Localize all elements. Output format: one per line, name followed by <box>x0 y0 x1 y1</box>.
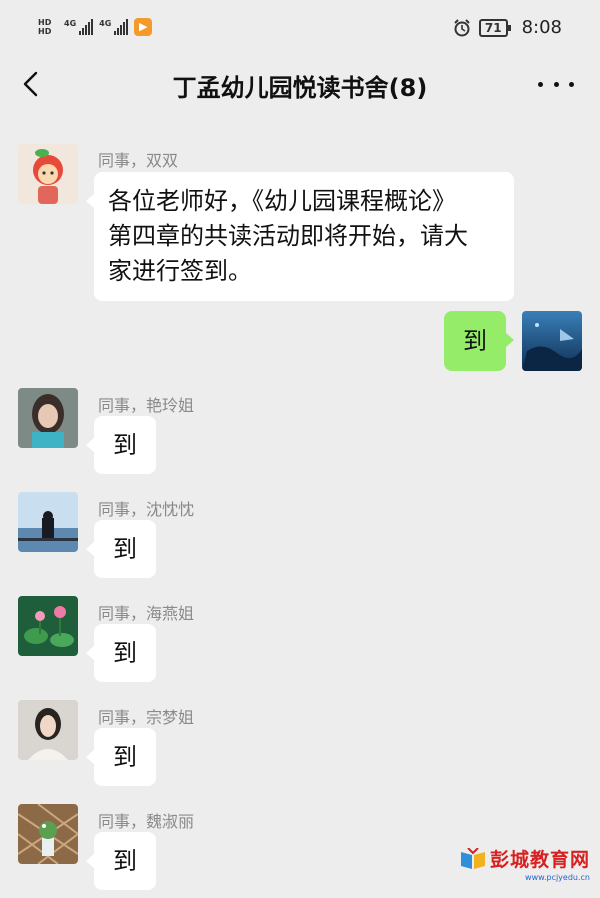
avatar[interactable] <box>522 311 582 371</box>
clock: 8:08 <box>521 17 562 38</box>
signal-2-label: 4G <box>99 19 112 28</box>
hd-indicators: HD HD <box>38 18 58 36</box>
hd-indicator-1: HD <box>38 18 52 27</box>
message-bubble[interactable]: 到 <box>86 728 156 786</box>
message-item: 同事，海燕姐 到 <box>0 596 600 682</box>
message-text: 到 <box>113 431 137 459</box>
message-bubble[interactable]: 到 <box>86 416 156 474</box>
signal-icon-1: 4G <box>64 19 94 35</box>
watermark-url: www.pcjyedu.cn <box>525 873 590 882</box>
status-bar-right: 71 8:08 <box>453 17 562 38</box>
sender-name: 同事，双双 <box>98 151 179 170</box>
more-dots-icon[interactable] <box>538 70 574 98</box>
message-text: 到 <box>113 743 137 771</box>
message-text: 到 <box>113 535 137 563</box>
status-bar-left: HD HD 4G 4G ▶ <box>38 18 153 36</box>
message-bubble[interactable]: 到 <box>86 832 156 890</box>
watermark: 彭城教育网 <box>460 845 590 872</box>
avatar[interactable] <box>18 596 78 656</box>
message-text: 到 <box>463 327 487 355</box>
chat-title: 丁孟幼儿园悦读书舍(8) <box>172 74 428 102</box>
message-item: 同事，双双 各位老师好，《幼儿园课程概论》 第四章的共读活动即将开始，请大 家进… <box>0 142 600 302</box>
sender-name: 同事，海燕姐 <box>98 604 195 623</box>
message-bubble[interactable]: 到 <box>86 520 156 578</box>
message-item-self: 到 <box>0 308 600 374</box>
signal-icon-2: 4G <box>99 19 129 35</box>
avatar[interactable] <box>18 804 78 864</box>
message-bubble[interactable]: 各位老师好，《幼儿园课程概论》 第四章的共读活动即将开始，请大 家进行签到。 <box>86 172 514 301</box>
chat-header: 丁孟幼儿园悦读书舍(8) <box>0 58 600 110</box>
play-badge-icon: ▶ <box>134 18 153 36</box>
avatar[interactable] <box>18 492 78 552</box>
status-bar: HD HD 4G 4G ▶ 71 8:08 <box>0 0 600 58</box>
message-item: 同事，沈忱忱 到 <box>0 492 600 578</box>
sender-name: 同事，沈忱忱 <box>98 500 195 519</box>
avatar[interactable] <box>18 388 78 448</box>
sender-name: 同事，艳玲姐 <box>98 396 195 415</box>
watermark-text: 彭城教育网 <box>489 849 590 871</box>
message-bubble[interactable]: 到 <box>86 624 156 682</box>
message-item: 同事，宗梦姐 到 <box>0 700 600 786</box>
book-logo-icon <box>460 847 485 869</box>
signal-1-label: 4G <box>64 19 77 28</box>
sender-name: 同事，宗梦姐 <box>98 708 195 727</box>
message-item: 同事，艳玲姐 到 <box>0 388 600 474</box>
message-line: 第四章的共读活动即将开始，请大 <box>108 222 468 250</box>
message-bubble[interactable]: 到 <box>444 311 514 371</box>
message-text: 到 <box>113 847 137 875</box>
sender-name: 同事，魏淑丽 <box>98 812 195 831</box>
avatar[interactable] <box>18 144 78 204</box>
message-line: 各位老师好，《幼儿园课程概论》 <box>108 187 456 215</box>
alarm-clock-icon <box>453 18 471 37</box>
message-line: 家进行签到。 <box>108 257 252 285</box>
battery-level: 71 <box>484 20 502 35</box>
battery-icon: 71 <box>478 18 511 37</box>
message-text: 到 <box>113 639 137 667</box>
avatar[interactable] <box>18 700 78 760</box>
hd-indicator-2: HD <box>38 27 52 36</box>
